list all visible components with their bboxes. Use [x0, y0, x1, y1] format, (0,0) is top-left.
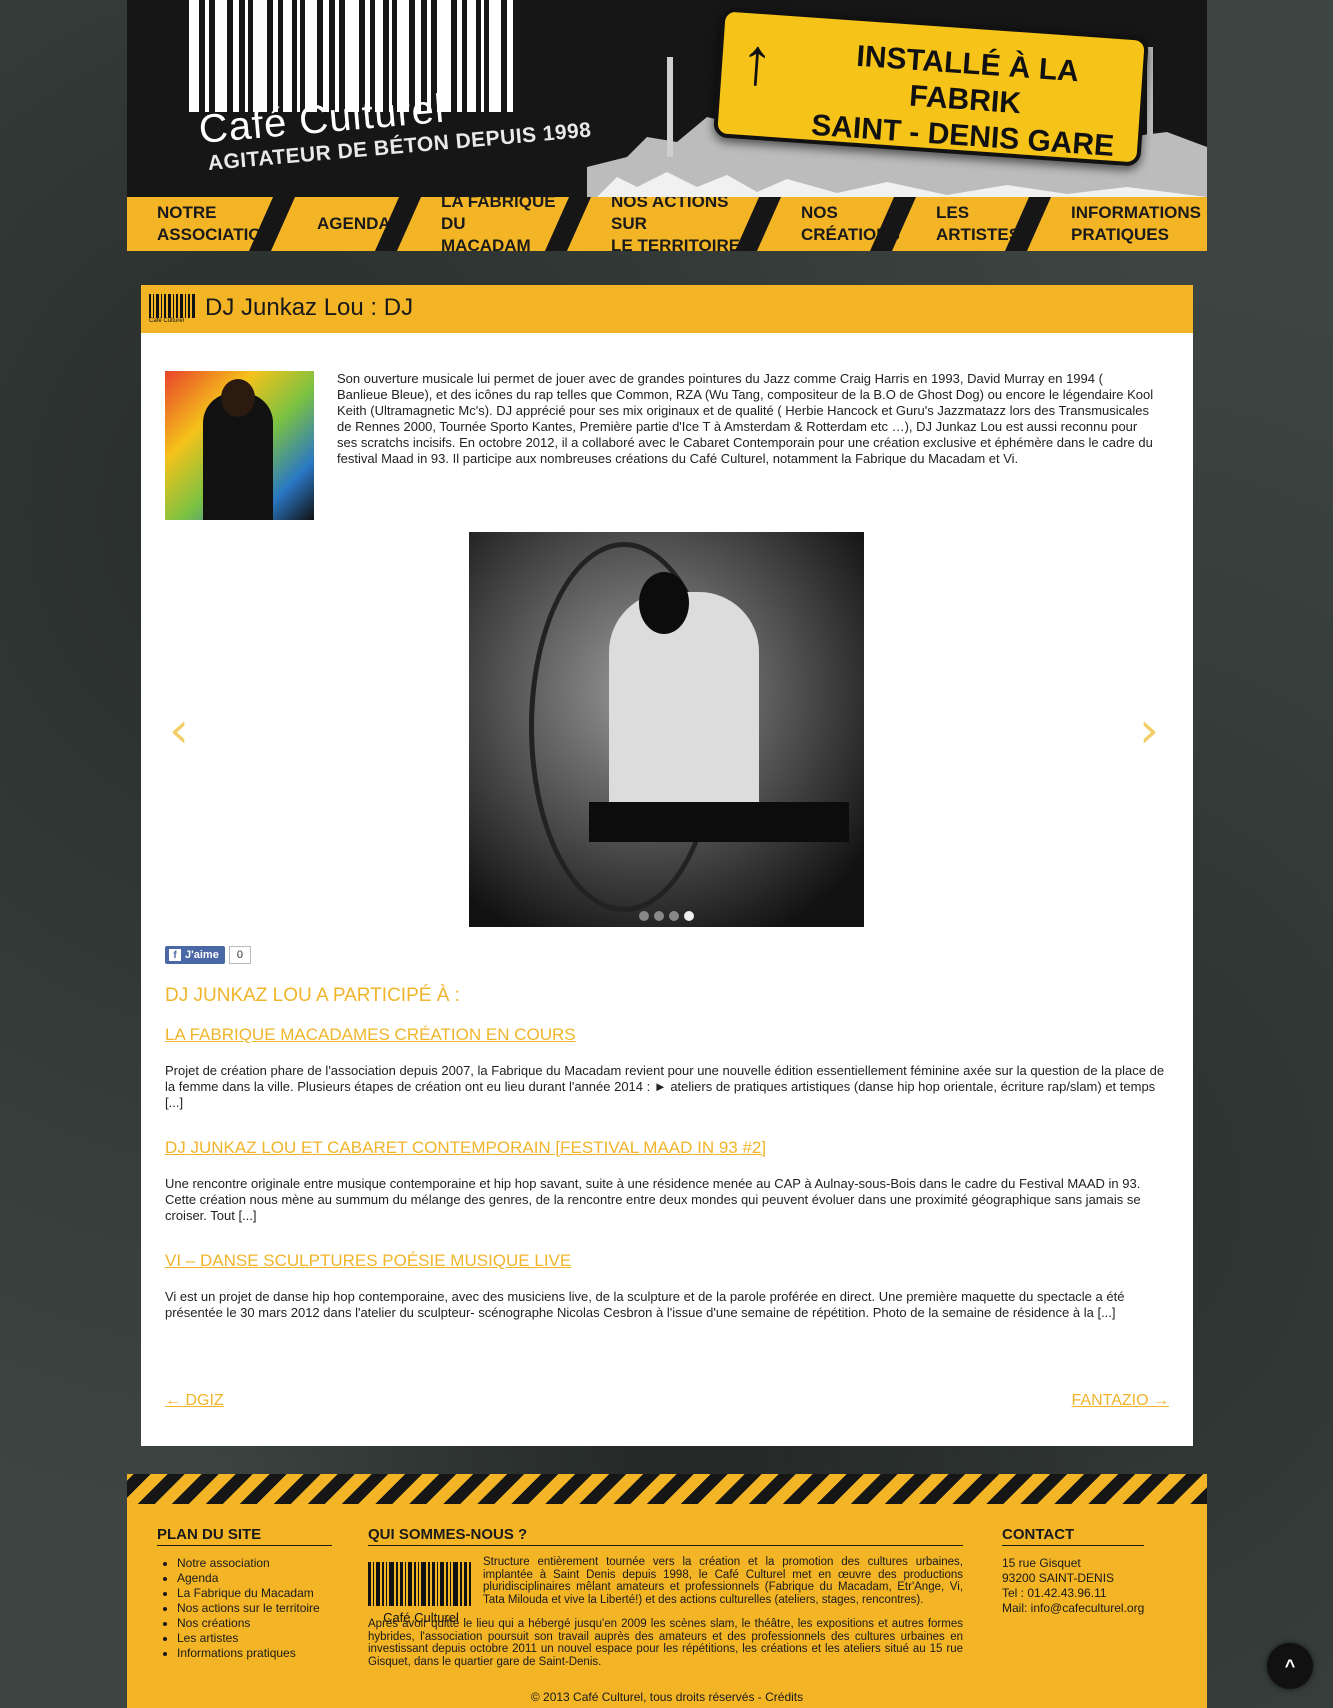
contact-address: 15 rue Gisquet — [1002, 1556, 1081, 1570]
site-header: Café Culturel AGITATEUR DE BÉTON DEPUIS … — [127, 0, 1207, 197]
sitemap-item[interactable]: Notre association — [177, 1556, 320, 1571]
nav-item-fabrique-macadam[interactable]: LA FABRIQUE DU MACADAM — [403, 197, 592, 251]
page-wrapper: Café Culturel AGITATEUR DE BÉTON DEPUIS … — [127, 0, 1207, 1708]
chevron-up-icon: ^ — [1284, 1655, 1296, 1676]
prev-artist-link[interactable]: ← DGIZ — [165, 1392, 224, 1410]
slider-dots — [639, 911, 694, 921]
credits-link[interactable]: Crédits — [765, 1690, 803, 1704]
nav-label: NOTRE — [157, 203, 217, 222]
related-desc: Projet de création phare de l'associatio… — [165, 1063, 1165, 1110]
about-link-vi[interactable]: Vi — [950, 1581, 960, 1593]
like-count: 0 — [228, 946, 251, 964]
about-separator: , — [959, 1581, 964, 1593]
hazard-stripes — [127, 1474, 1207, 1504]
slider-dot[interactable] — [654, 911, 664, 921]
sitemap-item[interactable]: La Fabrique du Macadam — [177, 1586, 320, 1601]
nav-item-notre-association[interactable]: NOTRE ASSOCIATION — [127, 197, 296, 251]
related-link-vi[interactable]: VI – DANSE SCULPTURES POÉSIE MUSIQUE LIV… — [165, 1251, 571, 1271]
title-brand: Café Culturel — [149, 318, 185, 324]
contact-mail-link[interactable]: info@cafeculturel.org — [1031, 1601, 1145, 1615]
related-link-cabaret[interactable]: DJ JUNKAZ LOU ET CABARET CONTEMPORAIN [F… — [165, 1138, 766, 1158]
contact-phone: Tel : 01.42.43.96.11 — [1002, 1586, 1107, 1600]
related-desc: Vi est un projet de danse hip hop contem… — [165, 1289, 1125, 1320]
slider-dot[interactable] — [669, 911, 679, 921]
contact-info: 15 rue Gisquet 93200 SAINT-DENIS Tel : 0… — [1002, 1556, 1144, 1616]
sitemap-item[interactable]: Nos créations — [177, 1616, 320, 1631]
copyright: © 2013 Café Culturel, tous droits réserv… — [127, 1690, 1207, 1704]
site-footer: PLAN DU SITE Notre associationAgendaLa F… — [127, 1474, 1207, 1708]
nav-label: NOS ACTIONS SUR — [611, 197, 729, 233]
main-content: Café Culturel DJ Junkaz Lou : DJ Son ouv… — [141, 285, 1193, 1446]
sitemap-item[interactable]: Les artistes — [177, 1631, 320, 1646]
about-text: Structure entièrement tournée vers la cr… — [483, 1556, 963, 1606]
footer-logo: Café Culturel — [368, 1562, 471, 1624]
sitemap-item[interactable]: Nos actions sur le territoire — [177, 1601, 320, 1616]
facebook-icon: f — [169, 949, 181, 961]
image-slider[interactable] — [469, 532, 864, 927]
copyright-text: © 2013 Café Culturel, tous droits réserv… — [530, 1690, 766, 1704]
nav-label: LES — [936, 203, 970, 222]
photo-head — [221, 379, 255, 417]
nav-label: AGENDA — [317, 214, 391, 233]
main-nav: NOTRE ASSOCIATION AGENDA LA FABRIQUE DU MA… — [127, 197, 1207, 251]
title-bar: Café Culturel DJ Junkaz Lou : DJ — [141, 285, 1193, 333]
slide-person-shape — [609, 592, 759, 822]
slider-prev-icon[interactable]: ‹ — [169, 705, 189, 755]
next-artist-link[interactable]: FANTAZIO → — [1072, 1392, 1169, 1410]
back-to-top-button[interactable]: ^ — [1267, 1643, 1313, 1689]
nav-item-artistes[interactable]: LES ARTISTES — [898, 197, 1052, 251]
page-title: DJ Junkaz Lou : DJ — [205, 294, 414, 321]
nav-label: INFORMATIONS — [1071, 203, 1202, 222]
nav-item-agenda[interactable]: AGENDA — [277, 197, 422, 251]
contact-city: 93200 SAINT-DENIS — [1002, 1571, 1115, 1585]
artist-bio: Son ouverture musicale lui permet de jou… — [337, 371, 1154, 466]
like-button[interactable]: f J'aime — [165, 946, 225, 964]
artist-photo — [165, 371, 314, 520]
slider-next-icon[interactable]: › — [1139, 705, 1159, 755]
facebook-like: f J'aime 0 — [165, 946, 251, 964]
nav-item-actions-territoire[interactable]: NOS ACTIONS SUR LE TERRITOIRE — [573, 197, 782, 251]
slide-table-shape — [589, 802, 849, 842]
contact-heading: CONTACT — [1002, 1526, 1144, 1546]
participated-heading: DJ JUNKAZ LOU A PARTICIPÉ À : — [165, 985, 460, 1006]
contact-mail-label: Mail: — [1002, 1601, 1031, 1615]
about-link-fabrique[interactable]: Fabrique du Macadam — [769, 1581, 889, 1593]
sitemap-list: Notre associationAgendaLa Fabrique du Ma… — [157, 1556, 320, 1661]
about-link-tata-milouda[interactable]: Tata Milouda et vive la Liberté! — [483, 1594, 638, 1606]
nav-label: LA FABRIQUE DU — [441, 197, 556, 233]
barcode-icon — [149, 294, 195, 318]
about-text-part: ) et des actions culturelles (ateliers, … — [638, 1593, 924, 1606]
sitemap-item[interactable]: Agenda — [177, 1571, 320, 1586]
contact-mail-row: Mail: info@cafeculturel.org — [1002, 1601, 1144, 1616]
slide-head-shape — [639, 572, 689, 634]
slider-dot[interactable] — [639, 911, 649, 921]
slider-dot[interactable] — [684, 911, 694, 921]
nav-label: PRATIQUES — [1071, 225, 1169, 244]
nav-item-informations-pratiques[interactable]: INFORMATIONS PRATIQUES — [1033, 197, 1207, 251]
about-separator: , — [888, 1581, 898, 1593]
about-text-2: Après avoir quitté le lieu qui a hébergé… — [368, 1618, 963, 1668]
related-desc: Une rencontre originale entre musique co… — [165, 1176, 1141, 1223]
related-link-fabrique[interactable]: LA FABRIQUE MACADAMES CRÉATION EN COURS — [165, 1025, 576, 1045]
like-label: J'aime — [185, 949, 219, 961]
sitemap-heading: PLAN DU SITE — [157, 1526, 332, 1546]
about-link-etrange[interactable]: Etr'Ange — [897, 1581, 941, 1593]
about-heading: QUI SOMMES-NOUS ? — [368, 1526, 963, 1546]
nav-item-creations[interactable]: NOS CRÉATIONS — [763, 197, 917, 251]
sitemap-item[interactable]: Informations pratiques — [177, 1646, 320, 1661]
about-separator: , — [941, 1581, 950, 1593]
sign-text: INSTALLÉ À LA FABRIK SAINT - DENIS GARE — [807, 36, 1124, 165]
arrow-up-icon: ↑ — [737, 22, 776, 99]
